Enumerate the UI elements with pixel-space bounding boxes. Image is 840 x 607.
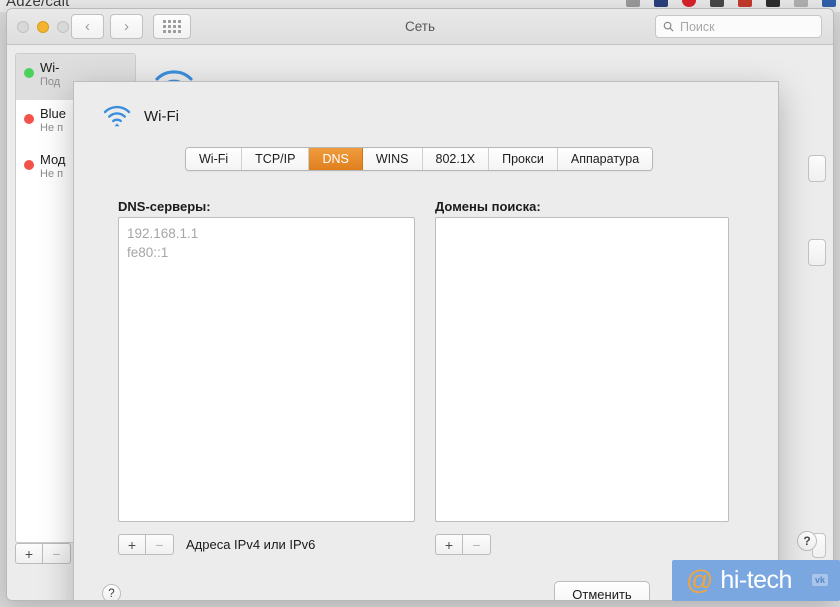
search-domains-controls: + − [435,534,491,555]
sidebar-item-label: Wi- [40,60,60,75]
search-placeholder: Поиск [680,19,715,34]
extension-red-icon[interactable] [682,0,696,7]
search-input[interactable]: Поиск [655,15,822,38]
network-preferences-window: ‹ › Сеть Поиск Wi- Под Blue Не п Мод Не … [6,8,834,601]
extension-flag-icon[interactable] [738,0,752,7]
sheet-help-button[interactable]: ? [102,584,121,600]
tab-tcpip[interactable]: TCP/IP [242,148,310,170]
bookmark-icon[interactable] [626,0,640,7]
extension-dark-icon[interactable] [766,0,780,7]
add-dns-server-button[interactable]: + [118,534,146,555]
sheet-header: Wi-Fi [102,104,179,128]
browser-extension-icons [626,0,836,7]
tab-dns[interactable]: DNS [309,148,363,170]
advanced-button-ghost[interactable] [808,155,826,182]
at-symbol-icon: @ [686,565,714,595]
tab-8021x[interactable]: 802.1X [422,148,490,170]
remove-dns-server-button[interactable]: − [146,534,174,555]
wifi-icon [103,105,131,127]
dns-settings-sheet: Wi-Fi Wi-Fi TCP/IP DNS WINS 802.1X Прокс… [73,81,779,600]
extension-blue-icon[interactable] [654,0,668,7]
help-button[interactable]: ? [797,531,817,551]
add-service-button[interactable]: + [15,543,43,564]
status-dot-icon [24,114,34,124]
search-icon [663,21,674,32]
dns-address-hint: Адреса IPv4 или IPv6 [186,537,316,552]
dns-servers-controls: + − Адреса IPv4 или IPv6 [118,534,315,555]
sheet-service-name: Wi-Fi [144,107,179,125]
extension-blue2-icon[interactable] [822,0,836,7]
vk-badge-icon: vk [811,574,828,586]
sidebar-add-remove-controls: + − [15,543,71,564]
watermark-text: hi-tech [720,566,792,594]
list-item[interactable]: fe80::1 [119,243,414,262]
list-item[interactable]: 192.168.1.1 [119,224,414,243]
window-body: Wi- Под Blue Не п Мод Не п + − ? Wi-Fi W… [7,45,833,600]
status-dot-icon [24,160,34,170]
apply-button-ghost[interactable] [808,239,826,266]
window-titlebar: ‹ › Сеть Поиск [7,9,833,45]
dns-servers-label: DNS-серверы: [118,199,211,214]
settings-tab-bar: Wi-Fi TCP/IP DNS WINS 802.1X Прокси Аппа… [185,147,654,171]
screen-root: Adze/cait ‹ › Сеть Поиск Wi- Под Blue Не… [0,0,840,607]
status-dot-icon [24,68,34,78]
search-domains-label: Домены поиска: [435,199,541,214]
add-search-domain-button[interactable]: + [435,534,463,555]
tab-proxies[interactable]: Прокси [489,148,558,170]
search-domains-list[interactable] [435,217,729,522]
tab-hardware[interactable]: Аппаратура [557,148,653,170]
tab-wins[interactable]: WINS [362,148,423,170]
tab-wifi[interactable]: Wi-Fi [186,148,243,170]
remove-service-button[interactable]: − [43,543,71,564]
dns-servers-list[interactable]: 192.168.1.1 fe80::1 [118,217,415,522]
watermark-overlay: @ hi-tech vk [672,560,840,601]
extension-gray-icon[interactable] [794,0,808,7]
cancel-button[interactable]: Отменить [554,581,650,600]
extension-screen-icon[interactable] [710,0,724,7]
remove-search-domain-button[interactable]: − [463,534,491,555]
